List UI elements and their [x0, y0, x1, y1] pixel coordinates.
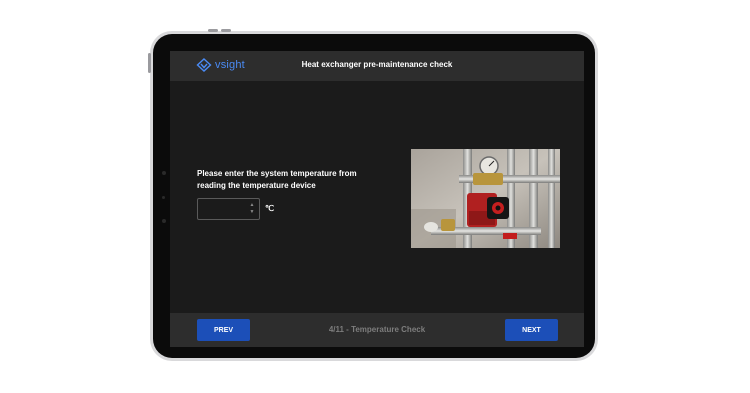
equipment-photo: [411, 149, 560, 248]
photo-illustration: [411, 149, 560, 248]
spin-up-icon[interactable]: ▲: [248, 202, 256, 209]
sensor-dot: [162, 219, 166, 223]
number-spinner[interactable]: ▲ ▼: [248, 202, 256, 216]
tablet-bezel: vsight Heat exchanger pre-maintenance ch…: [153, 34, 595, 358]
side-button: [148, 53, 151, 73]
page-title-text: Heat exchanger pre-maintenance check: [301, 60, 453, 69]
next-button[interactable]: NEXT: [505, 319, 558, 341]
camera-dot: [162, 171, 166, 175]
temperature-input[interactable]: ▲ ▼: [197, 198, 260, 220]
top-bar: vsight Heat exchanger pre-maintenance ch…: [170, 51, 584, 81]
question-text: Please enter the system temperature from…: [197, 169, 357, 190]
sensor-dot: [162, 196, 165, 199]
page-title: Heat exchanger pre-maintenance check: [170, 60, 584, 69]
footer-bar: PREV 4/11 - Temperature Check NEXT: [170, 313, 584, 347]
unit-label: ℃: [265, 204, 274, 213]
tablet-device: vsight Heat exchanger pre-maintenance ch…: [148, 29, 598, 361]
spin-down-icon[interactable]: ▼: [248, 209, 256, 216]
top-button-1: [208, 29, 218, 32]
app-screen: vsight Heat exchanger pre-maintenance ch…: [170, 51, 584, 347]
top-button-2: [221, 29, 231, 32]
